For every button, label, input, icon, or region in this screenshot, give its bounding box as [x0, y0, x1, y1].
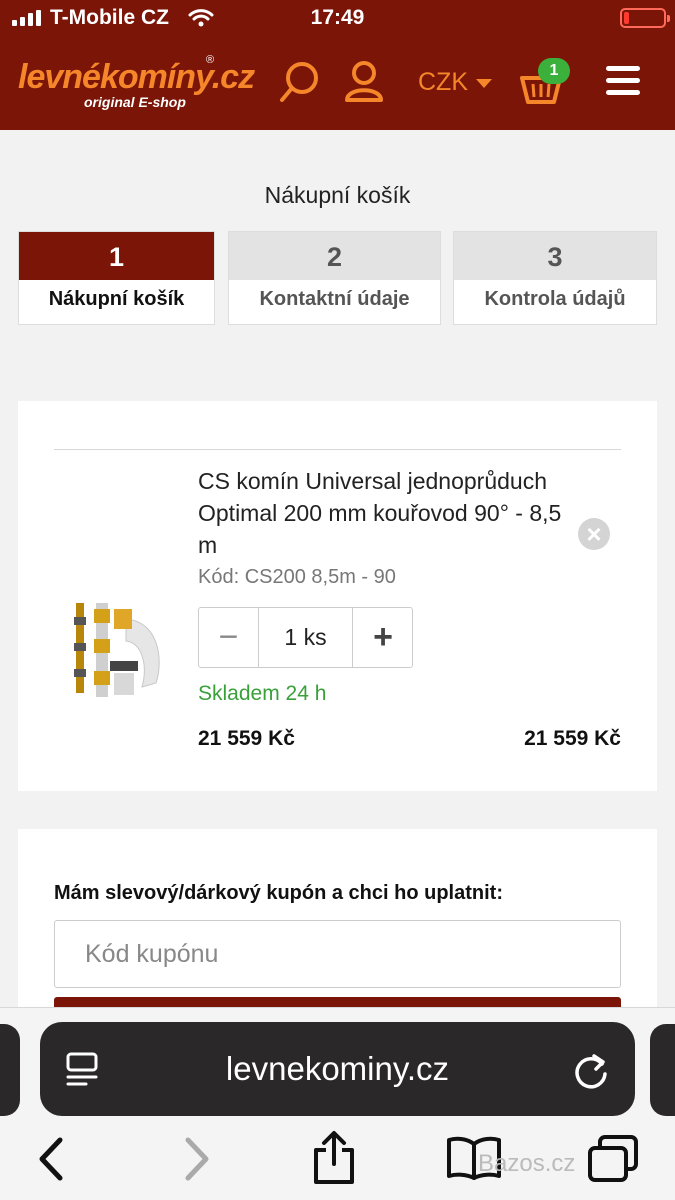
- battery-icon: [620, 8, 670, 28]
- back-icon[interactable]: [36, 1136, 66, 1182]
- forward-icon[interactable]: [182, 1136, 212, 1182]
- step-label: Kontaktní údaje: [259, 288, 410, 310]
- unit-price: 21 559 Kč: [198, 727, 295, 750]
- divider: [54, 449, 621, 450]
- step-label: Nákupní košík: [48, 288, 185, 310]
- step-number: 2: [229, 232, 440, 280]
- menu-icon[interactable]: [606, 66, 640, 96]
- shop-header: T-Mobile CZ 17:49 levnékomíny.cz ® origi…: [0, 0, 675, 130]
- shop-logo[interactable]: levnékomíny.cz ® original E-shop: [18, 54, 268, 110]
- availability-status: Skladem 24 h: [198, 682, 327, 705]
- close-icon[interactable]: ×: [578, 518, 610, 550]
- user-icon[interactable]: [344, 60, 384, 104]
- chevron-down-icon[interactable]: [476, 79, 492, 88]
- tabs-icon[interactable]: [586, 1134, 640, 1184]
- product-code: Kód: CS200 8,5m - 90: [198, 566, 396, 588]
- registered-mark: ®: [206, 54, 215, 66]
- increase-quantity-button[interactable]: +: [353, 608, 413, 667]
- currency-selector[interactable]: CZK: [418, 68, 468, 97]
- url-text[interactable]: levnekominy.cz: [40, 1022, 635, 1116]
- logo-tagline: original E-shop: [84, 94, 186, 110]
- product-name[interactable]: CS komín Universal jednoprůduch Optimal …: [198, 465, 578, 561]
- total-price: 21 559 Kč: [524, 727, 621, 750]
- address-bar[interactable]: levnekominy.cz: [40, 1022, 635, 1116]
- reload-icon[interactable]: [572, 1050, 610, 1090]
- step-review[interactable]: 3 Kontrola údajů: [453, 231, 657, 325]
- cart-count-badge: 1: [538, 58, 570, 84]
- step-contact[interactable]: 2 Kontaktní údaje: [228, 231, 441, 325]
- quantity-stepper: − 1 ks +: [198, 607, 413, 668]
- step-number: 1: [19, 232, 214, 280]
- next-tab-peek[interactable]: [650, 1024, 675, 1116]
- step-number: 3: [454, 232, 656, 280]
- step-cart[interactable]: 1 Nákupní košík: [18, 231, 215, 325]
- watermark: Bazos.cz: [478, 1150, 576, 1177]
- quantity-value[interactable]: 1 ks: [259, 608, 353, 667]
- coupon-code-input[interactable]: [54, 920, 621, 988]
- previous-tab-peek[interactable]: [0, 1024, 20, 1116]
- clock: 17:49: [310, 6, 365, 29]
- step-label: Kontrola údajů: [484, 288, 626, 310]
- search-icon[interactable]: [278, 60, 320, 104]
- decrease-quantity-button[interactable]: −: [199, 608, 259, 667]
- product-image[interactable]: [68, 599, 162, 699]
- cart-item-card: CS komín Universal jednoprůduch Optimal …: [18, 401, 657, 791]
- share-icon[interactable]: [312, 1130, 356, 1186]
- status-bar: T-Mobile CZ 17:49: [0, 0, 675, 40]
- logo-brand: levnékomíny.cz: [18, 58, 255, 96]
- page-title: Nákupní košík: [264, 182, 411, 208]
- coupon-label: Mám slevový/dárkový kupón a chci ho upla…: [54, 882, 503, 904]
